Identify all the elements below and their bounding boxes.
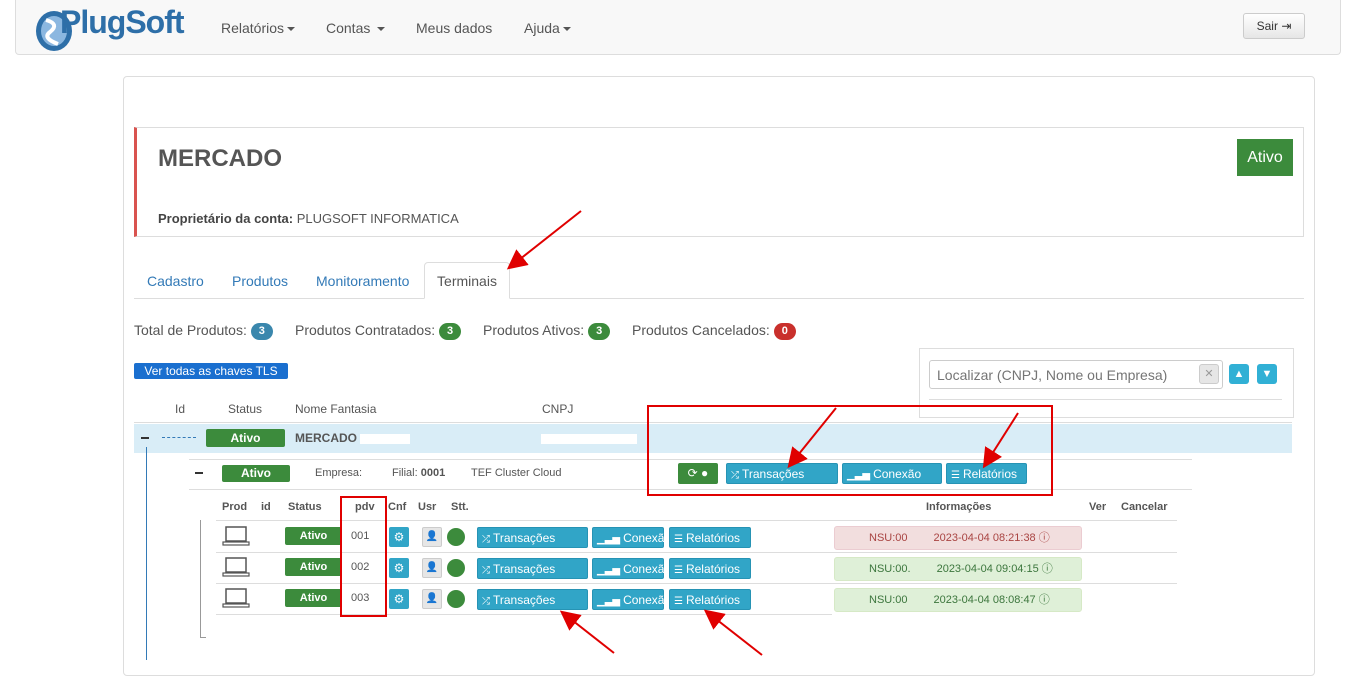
arrow-to-transacoes bbox=[787, 407, 837, 469]
arrow-to-relatorios bbox=[982, 412, 1019, 469]
arrow-to-term-transacoes bbox=[559, 610, 615, 654]
annotation-arrows bbox=[506, 210, 1019, 656]
arrow-to-term-relatorios bbox=[703, 609, 763, 656]
arrow-to-terminais-tab bbox=[506, 210, 582, 270]
